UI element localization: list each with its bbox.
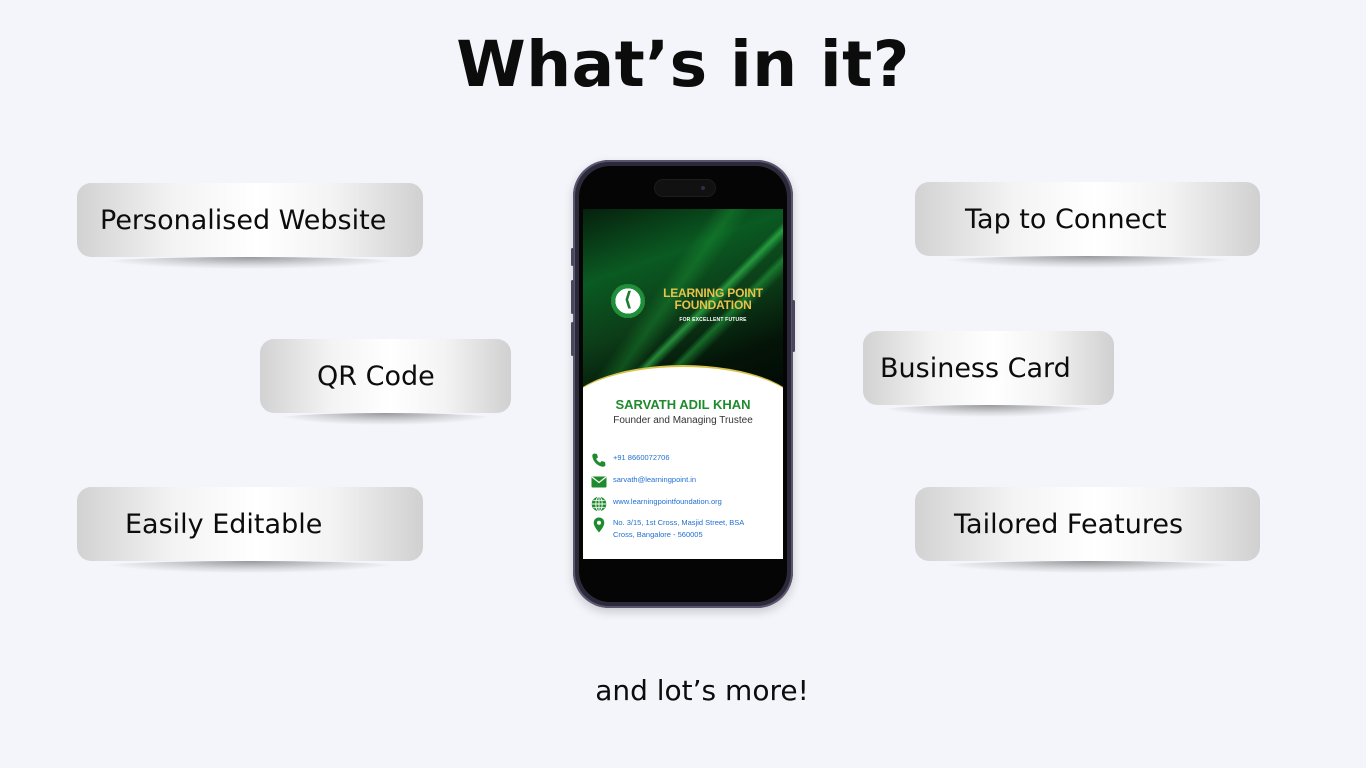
feature-qr-code: QR Code: [260, 339, 511, 425]
envelope-icon: [591, 474, 607, 490]
dynamic-island: [655, 180, 715, 196]
contact-website[interactable]: www.learningpointfoundation.org: [591, 496, 722, 512]
contact-phone-text: +91 8660072706: [613, 453, 670, 462]
phone-volume-down-button: [571, 322, 574, 356]
contact-phone[interactable]: +91 8660072706: [591, 452, 670, 468]
person-name: SARVATH ADIL KHAN: [615, 397, 751, 412]
feature-label: Personalised Website: [100, 204, 387, 236]
org-name: LEARNING POINT FOUNDATION: [653, 287, 773, 311]
feature-label: Tailored Features: [954, 508, 1184, 540]
org-name-line2: FOUNDATION: [674, 298, 752, 312]
phone-side-button: [571, 248, 574, 266]
address-line1: No. 3/15, 1st Cross, Masjid Street, BSA: [613, 518, 745, 527]
feature-tap-to-connect: Tap to Connect: [915, 182, 1260, 268]
foundation-logo-icon: [611, 284, 645, 318]
org-tagline: FOR EXCELLENT FUTURE: [679, 317, 747, 323]
contact-email-text: sarvath@learningpoint.in: [613, 475, 697, 484]
digital-business-card: LEARNING POINT FOUNDATION FOR EXCELLENT …: [583, 209, 783, 559]
phone-volume-up-button: [571, 280, 574, 314]
footer-text: and lot’s more!: [595, 674, 809, 707]
card-banner: LEARNING POINT FOUNDATION FOR EXCELLENT …: [583, 209, 783, 389]
phone-bottom-bezel: [583, 559, 783, 601]
contact-address[interactable]: No. 3/15, 1st Cross, Masjid Street, BSA …: [591, 517, 744, 541]
page-title: What’s in it?: [456, 28, 910, 101]
phone-power-button: [792, 300, 795, 352]
feature-label: Business Card: [880, 352, 1071, 384]
phone-icon: [591, 452, 607, 468]
feature-tailored-features: Tailored Features: [915, 487, 1260, 573]
feature-label: Easily Editable: [125, 508, 323, 540]
location-pin-icon: [591, 517, 607, 533]
feature-label: QR Code: [317, 360, 435, 392]
feature-label: Tap to Connect: [965, 203, 1167, 235]
feature-easily-editable: Easily Editable: [77, 487, 423, 573]
person-role: Founder and Managing Trustee: [613, 415, 753, 426]
contact-address-text: No. 3/15, 1st Cross, Masjid Street, BSA …: [613, 517, 744, 541]
contact-website-text: www.learningpointfoundation.org: [613, 497, 722, 506]
feature-personalised-website: Personalised Website: [77, 183, 423, 269]
feature-business-card: Business Card: [863, 331, 1114, 417]
contact-email[interactable]: sarvath@learningpoint.in: [591, 474, 696, 490]
phone-display: LEARNING POINT FOUNDATION FOR EXCELLENT …: [579, 166, 787, 602]
address-line2: Cross, Bangalore - 560005: [613, 530, 703, 539]
phone-mockup: LEARNING POINT FOUNDATION FOR EXCELLENT …: [571, 160, 795, 608]
globe-icon: [591, 496, 607, 512]
